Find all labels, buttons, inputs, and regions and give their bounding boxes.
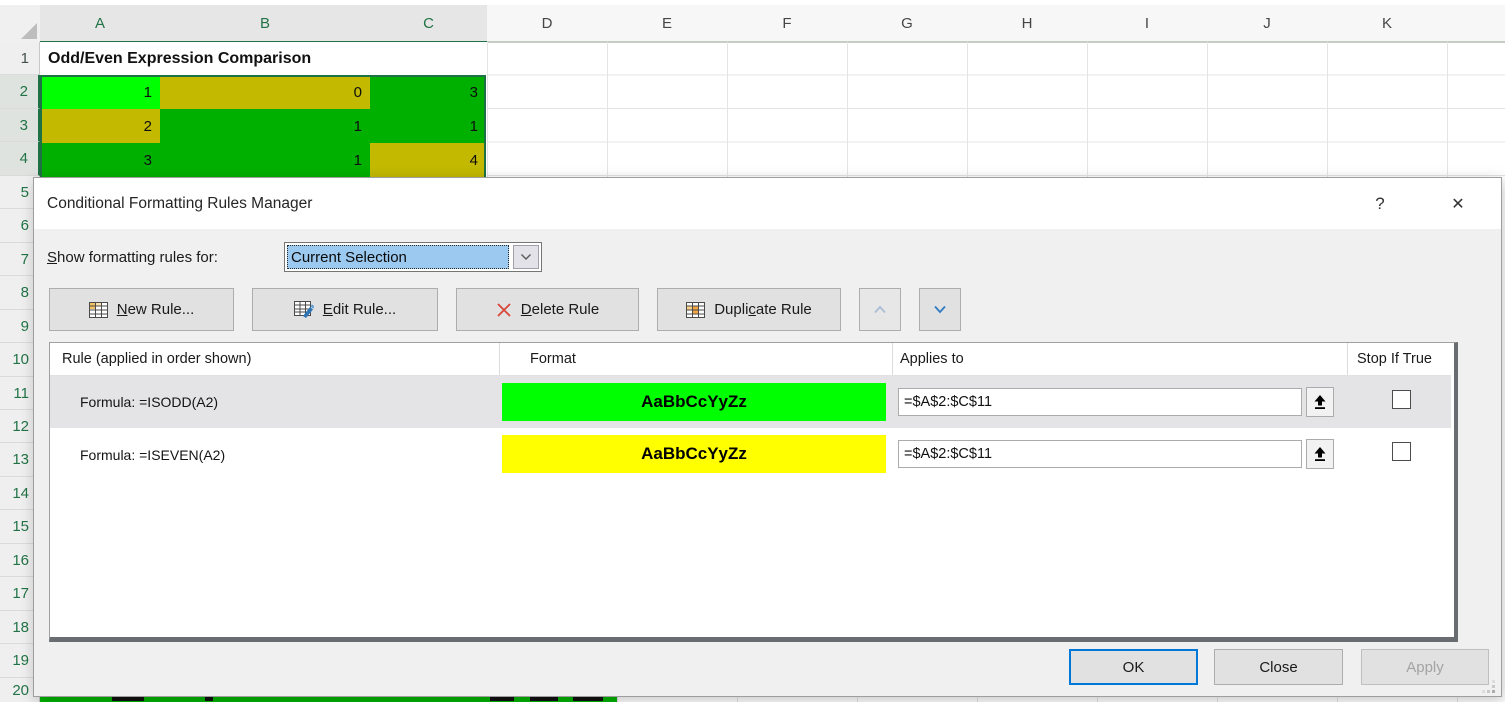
applies-to-field-wrap [898,440,1302,468]
chevron-up-icon [873,305,887,314]
column-header-D[interactable]: D [487,5,608,43]
format-preview: AaBbCcYyZz [502,383,886,421]
resize-grip[interactable] [1480,678,1496,694]
collapse-arrow-up-icon [1313,394,1327,410]
applies-to-column-header: Applies to [900,343,964,375]
excel-window: A B C D E F G H I J K 1 2 3 4 5 6 7 8 9 … [0,0,1505,702]
dropdown-chevron-button[interactable] [513,245,539,269]
edit-rule-label: Edit Rule... [323,301,396,318]
help-icon[interactable]: ? [1366,190,1394,218]
column-header-E[interactable]: E [607,5,728,43]
cell-A3[interactable]: 2 [40,109,160,143]
format-preview: AaBbCcYyZz [502,435,886,473]
column-header-G[interactable]: G [847,5,968,43]
new-rule-grid-icon [89,302,108,318]
applies-to-input[interactable] [898,388,1302,416]
row-header-2[interactable]: 2 [0,75,40,109]
range-selector-button[interactable] [1306,439,1334,469]
clipped-cell-content [205,697,213,701]
rule-formula-text: Formula: =ISODD(A2) [80,376,218,428]
column-header-I[interactable]: I [1087,5,1208,43]
show-rules-label: Show formatting rules for: [47,242,218,272]
cell-C2[interactable]: 3 [370,76,486,109]
applies-to-input[interactable] [898,440,1302,468]
stop-if-true-column-header: Stop If True [1357,343,1432,375]
column-header-J[interactable]: J [1207,5,1328,43]
row20-gridlines [617,697,1505,702]
cell-C3[interactable]: 1 [370,109,486,143]
column-separator [499,343,500,375]
column-header-partial[interactable] [1447,5,1505,43]
cell-A1-title[interactable]: Odd/Even Expression Comparison [40,42,487,75]
sheet-gridlines [487,42,1505,177]
range-selector-button[interactable] [1306,387,1334,417]
stop-if-true-checkbox[interactable] [1392,390,1411,409]
move-rule-down-button[interactable] [919,288,961,331]
rules-column-header: Rule (applied in order shown) [62,343,251,375]
clipped-cell-content [112,697,144,701]
move-rule-up-button[interactable] [859,288,901,331]
column-header-B[interactable]: B [160,5,371,43]
new-rule-button[interactable]: New Rule... [49,288,234,331]
column-header-H[interactable]: H [967,5,1088,43]
applies-to-field-wrap [898,388,1302,416]
duplicate-rule-label: Duplicate Rule [714,301,812,318]
column-separator [1347,343,1348,375]
close-button[interactable]: Close [1214,649,1343,685]
row-header-4[interactable]: 4 [0,142,40,176]
select-all-triangle-icon [21,23,37,39]
delete-x-icon [496,302,512,318]
duplicate-rule-button[interactable]: Duplicate Rule [657,288,841,331]
cell-A4[interactable]: 3 [40,143,160,177]
close-icon[interactable]: ✕ [1442,190,1474,218]
delete-rule-button[interactable]: Delete Rule [456,288,639,331]
clipped-cell-content [530,697,558,701]
duplicate-rule-grid-icon [686,302,705,318]
cell-B2[interactable]: 0 [160,76,370,109]
rules-list: Rule (applied in order shown) Format App… [49,342,1458,642]
column-header-A[interactable]: A [40,5,161,43]
rule-formula-text: Formula: =ISEVEN(A2) [80,429,225,481]
edit-rule-button[interactable]: Edit Rule... [252,288,438,331]
cell-B4[interactable]: 1 [160,143,370,177]
clipped-cell-content [490,697,514,701]
show-rules-dropdown[interactable]: Current Selection [284,242,542,272]
rule-row-isodd[interactable]: Formula: =ISODD(A2) AaBbCcYyZz [50,376,1451,428]
edit-rule-icon [294,301,314,318]
select-all-corner[interactable] [0,5,41,43]
collapse-arrow-up-icon [1313,446,1327,462]
stop-if-true-checkbox[interactable] [1392,442,1411,461]
conditional-formatting-rules-manager-dialog: Conditional Formatting Rules Manager ? ✕… [33,177,1502,697]
format-column-header: Format [530,343,576,375]
rule-row-iseven[interactable]: Formula: =ISEVEN(A2) AaBbCcYyZz [50,429,1451,481]
apply-button[interactable]: Apply [1361,649,1489,685]
new-rule-label: New Rule... [117,301,195,318]
column-header-C[interactable]: C [370,5,488,43]
column-header-F[interactable]: F [727,5,848,43]
dropdown-selected-value: Current Selection [287,245,509,269]
ok-button[interactable]: OK [1069,649,1198,685]
chevron-down-icon [933,305,947,314]
row-header-3[interactable]: 3 [0,109,40,142]
cell-A2[interactable]: 1 [40,76,160,109]
column-header-K[interactable]: K [1327,5,1448,43]
dialog-titlebar[interactable]: Conditional Formatting Rules Manager ? ✕ [34,178,1501,229]
cell-B3[interactable]: 1 [160,109,370,143]
clipped-cell-content [573,697,603,701]
row-header-1[interactable]: 1 [0,42,40,75]
delete-rule-label: Delete Rule [521,301,599,318]
cell-C4[interactable]: 4 [370,143,486,177]
column-separator [892,343,893,375]
chevron-down-icon [520,253,532,261]
resize-grip-dots-icon [1480,678,1496,694]
dialog-title: Conditional Formatting Rules Manager [47,178,312,229]
